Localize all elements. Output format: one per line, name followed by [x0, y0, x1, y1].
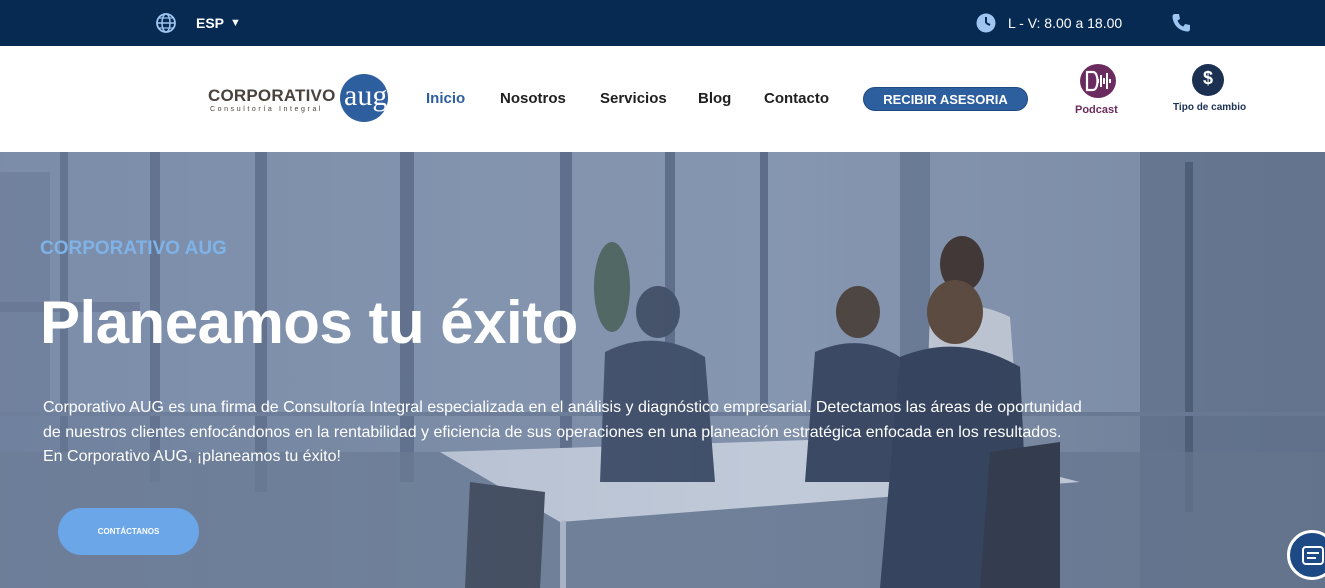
exchange-rate-link[interactable]: $ Tipo de cambio: [1170, 64, 1250, 120]
hero-eyebrow: CORPORATIVO AUG: [40, 238, 227, 259]
logo-tagline: Consultoría Integral: [210, 106, 324, 113]
globe-icon: [156, 13, 176, 33]
podcast-icon: [1080, 64, 1116, 98]
hero-overlay: [0, 152, 1325, 588]
recibir-asesoria-button[interactable]: RECIBIR ASESORIA: [863, 87, 1028, 111]
podcast-link[interactable]: Podcast: [1072, 64, 1126, 120]
nav-nosotros[interactable]: Nosotros: [500, 90, 566, 107]
nav-inicio[interactable]: Inicio: [426, 90, 465, 107]
language-label: ESP: [196, 15, 225, 31]
nav-blog[interactable]: Blog: [698, 90, 731, 107]
logo[interactable]: CORPORATIVO Consultoría Integral aug: [208, 74, 393, 126]
main-header: CORPORATIVO Consultoría Integral aug Ini…: [0, 46, 1325, 152]
hero-description: Corporativo AUG es una firma de Consulto…: [43, 399, 1082, 465]
language-selector[interactable]: ESP ▼: [196, 15, 241, 31]
caret-down-icon: ▼: [230, 17, 241, 29]
contactanos-button[interactable]: CONTÁCTANOS: [58, 508, 199, 555]
hero-title: Planeamos tu éxito: [40, 289, 578, 356]
chat-icon: [1302, 546, 1324, 565]
dollar-symbol: $: [1202, 68, 1213, 88]
logo-monogram-text: aug: [344, 79, 388, 112]
exchange-rate-label: Tipo de cambio: [1173, 102, 1247, 113]
podcast-label: Podcast: [1075, 104, 1118, 116]
hero-section: CORPORATIVO AUG Planeamos tu éxito Corpo…: [0, 152, 1325, 588]
top-bar: ESP ▼ L - V: 8.00 a 18.00: [0, 0, 1325, 46]
nav-servicios[interactable]: Servicios: [600, 90, 667, 107]
business-hours: L - V: 8.00 a 18.00: [1008, 15, 1123, 31]
dollar-icon: $: [1192, 64, 1224, 96]
clock-icon: [976, 13, 996, 33]
nav-contacto[interactable]: Contacto: [764, 90, 829, 107]
logo-monogram: aug: [340, 74, 388, 122]
phone-icon[interactable]: [1170, 12, 1192, 34]
logo-wordmark: CORPORATIVO: [208, 86, 336, 105]
